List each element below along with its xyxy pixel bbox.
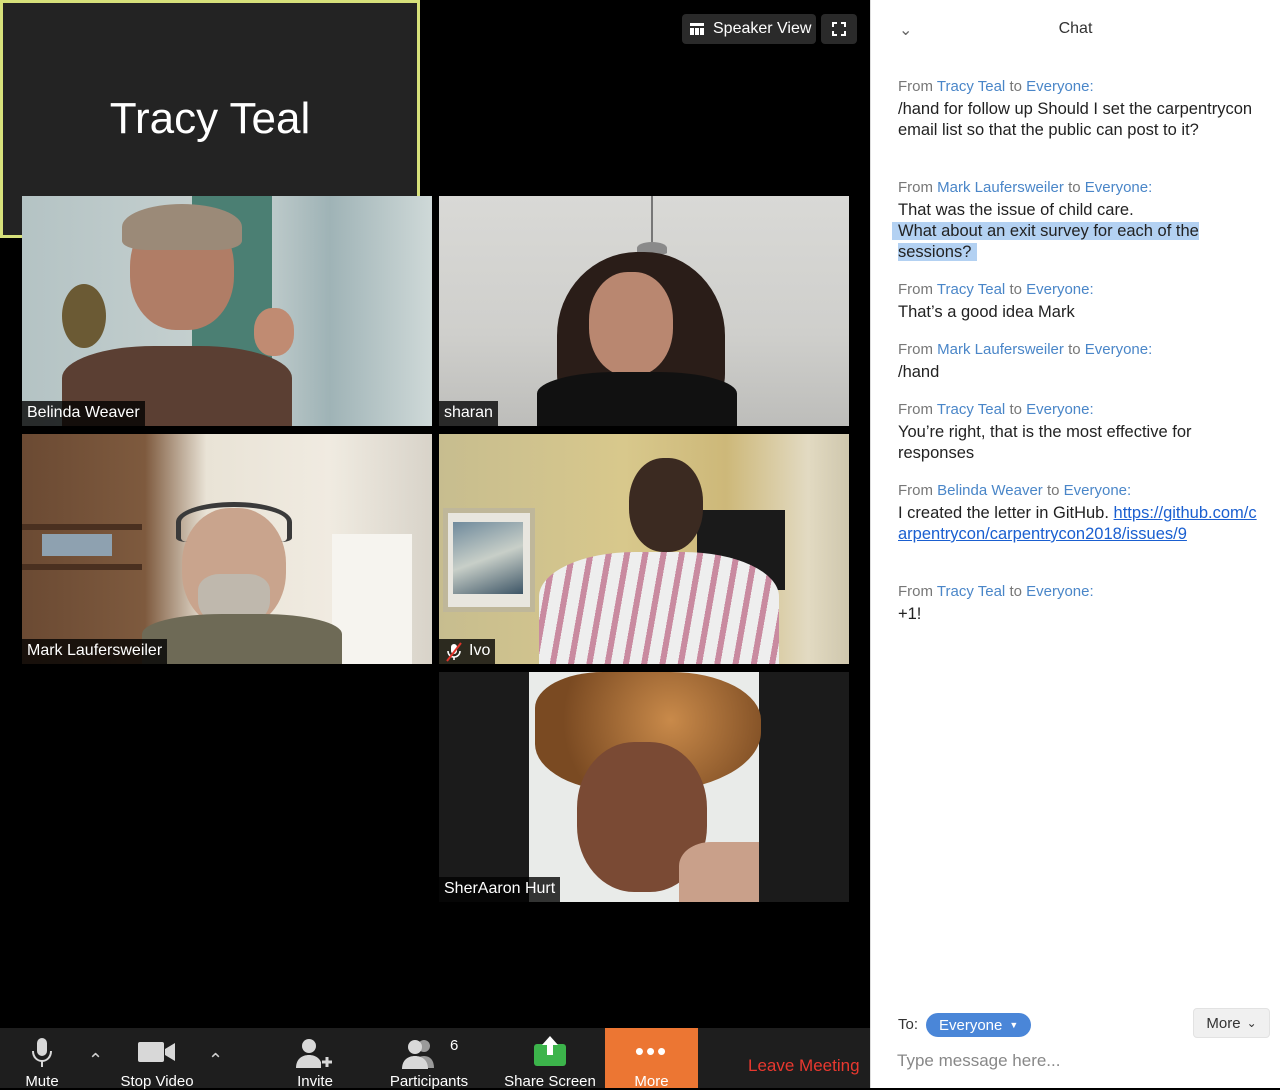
message-header: From Belinda Weaver to Everyone: bbox=[898, 482, 1132, 499]
message-header: From Tracy Teal to Everyone: bbox=[898, 281, 1094, 298]
participant-name: sharan bbox=[439, 401, 498, 426]
chat-message: From Tracy Teal to Everyone: +1! bbox=[898, 582, 1258, 625]
leave-meeting-button[interactable]: Leave Meeting bbox=[748, 1056, 860, 1076]
sender-name[interactable]: Tracy Teal bbox=[937, 401, 1005, 418]
recipient-name[interactable]: Everyone: bbox=[1085, 179, 1153, 196]
to-label: To: bbox=[898, 1016, 919, 1033]
mic-muted-icon bbox=[446, 642, 462, 662]
share-screen-label: Share Screen bbox=[504, 1073, 596, 1090]
participant-name: Mark Laufersweiler bbox=[22, 639, 168, 664]
message-header: From Tracy Teal to Everyone: bbox=[898, 583, 1094, 600]
participants-icon bbox=[401, 1040, 434, 1069]
chat-message: From Mark Laufersweiler to Everyone: /ha… bbox=[898, 340, 1258, 383]
recipient-dropdown[interactable]: Everyone ▼ bbox=[926, 1013, 1032, 1037]
video-area: Speaker View Belinda Weaver sharan Mark … bbox=[0, 0, 870, 1090]
participant-name: SherAaron Hurt bbox=[439, 877, 561, 902]
more-dots-icon: ••• bbox=[634, 1036, 669, 1066]
message-text: You’re right, that is the most effective… bbox=[898, 423, 1192, 462]
participant-name-label: Ivo bbox=[469, 642, 491, 659]
more-label: More bbox=[634, 1073, 669, 1090]
chat-panel: ⌄ Chat From Tracy Teal to Everyone: /han… bbox=[870, 0, 1280, 1088]
message-text: That was the issue of child care. What a… bbox=[898, 201, 1199, 261]
chat-message: From Tracy Teal to Everyone: You’re righ… bbox=[898, 400, 1258, 464]
audio-options-chevron-icon[interactable]: ⌃ bbox=[88, 1050, 103, 1071]
video-tile-sheraaron-hurt[interactable]: SherAaron Hurt bbox=[439, 672, 849, 902]
participants-button[interactable]: 6 Participants bbox=[382, 1028, 476, 1090]
recipient-name[interactable]: Everyone: bbox=[1026, 401, 1094, 418]
message-text: +1! bbox=[898, 605, 922, 623]
speaker-view-label: Speaker View bbox=[713, 20, 812, 37]
message-header: From Tracy Teal to Everyone: bbox=[898, 401, 1094, 418]
recipient-name[interactable]: Everyone: bbox=[1064, 482, 1132, 499]
mute-button[interactable]: Mute bbox=[14, 1028, 70, 1090]
more-button[interactable]: ••• More bbox=[605, 1028, 698, 1090]
message-text: That’s a good idea Mark bbox=[898, 303, 1075, 321]
participants-count: 6 bbox=[450, 1037, 459, 1054]
sender-name[interactable]: Mark Laufersweiler bbox=[937, 341, 1064, 358]
recipient-name[interactable]: Everyone: bbox=[1026, 281, 1094, 298]
recipient-name[interactable]: Everyone: bbox=[1026, 78, 1094, 95]
sender-name[interactable]: Tracy Teal bbox=[937, 281, 1005, 298]
participant-name: Belinda Weaver bbox=[22, 401, 145, 426]
invite-person-icon bbox=[296, 1039, 333, 1068]
recipient-name[interactable]: Everyone: bbox=[1026, 583, 1094, 600]
video-tile-ivo[interactable]: Ivo bbox=[439, 434, 849, 664]
sender-name[interactable]: Tracy Teal bbox=[937, 583, 1005, 600]
chat-more-button[interactable]: More ⌄ bbox=[1193, 1008, 1270, 1038]
stop-video-label: Stop Video bbox=[120, 1073, 194, 1090]
recipient-name[interactable]: Everyone: bbox=[1085, 341, 1153, 358]
microphone-icon bbox=[32, 1038, 52, 1067]
participants-label: Participants bbox=[389, 1073, 469, 1090]
speaker-view-icon bbox=[690, 23, 704, 35]
share-screen-icon bbox=[534, 1036, 566, 1066]
fullscreen-icon bbox=[832, 22, 846, 36]
video-camera-icon bbox=[138, 1042, 175, 1062]
video-options-chevron-icon[interactable]: ⌃ bbox=[208, 1050, 223, 1071]
caret-down-icon: ▼ bbox=[1009, 1020, 1019, 1030]
speaker-view-button[interactable]: Speaker View bbox=[682, 14, 816, 44]
message-header: From Mark Laufersweiler to Everyone: bbox=[898, 179, 1153, 196]
message-text: I created the letter in GitHub. https://… bbox=[898, 504, 1257, 543]
invite-label: Invite bbox=[297, 1073, 333, 1090]
chat-message: From Mark Laufersweiler to Everyone: Tha… bbox=[898, 178, 1258, 263]
sender-name[interactable]: Belinda Weaver bbox=[937, 482, 1043, 499]
video-tile-sharan[interactable]: sharan bbox=[439, 196, 849, 426]
invite-button[interactable]: Invite bbox=[284, 1028, 346, 1090]
chat-message: From Belinda Weaver to Everyone: I creat… bbox=[898, 481, 1258, 545]
message-text: /hand bbox=[898, 363, 940, 381]
sender-name[interactable]: Tracy Teal bbox=[937, 78, 1005, 95]
sender-name[interactable]: Mark Laufersweiler bbox=[937, 179, 1064, 196]
message-text: /hand for follow up Should I set the car… bbox=[898, 100, 1253, 139]
recipient-dropdown-label: Everyone bbox=[939, 1016, 1003, 1034]
share-screen-button[interactable]: Share Screen bbox=[500, 1028, 600, 1090]
fullscreen-button[interactable] bbox=[821, 14, 857, 44]
message-header: From Mark Laufersweiler to Everyone: bbox=[898, 341, 1153, 358]
chat-more-label: More bbox=[1206, 1014, 1241, 1032]
chat-message: From Tracy Teal to Everyone: /hand for f… bbox=[898, 77, 1258, 141]
participant-name: Ivo bbox=[439, 639, 496, 664]
video-tile-mark-laufersweiler[interactable]: Mark Laufersweiler bbox=[22, 434, 432, 664]
mute-label: Mute bbox=[25, 1073, 59, 1090]
participant-name: Tracy Teal bbox=[109, 94, 311, 143]
video-tile-belinda-weaver[interactable]: Belinda Weaver bbox=[22, 196, 432, 426]
message-header: From Tracy Teal to Everyone: bbox=[898, 78, 1094, 95]
chat-title: Chat bbox=[1058, 20, 1093, 37]
meeting-toolbar: Mute ⌃ Stop Video ⌃ Invite 6 Participant… bbox=[0, 1028, 870, 1090]
chat-message-input[interactable] bbox=[895, 1046, 1259, 1076]
selected-text: What about an exit survey for each of th… bbox=[898, 222, 1199, 261]
chevron-down-icon: ⌄ bbox=[1246, 1016, 1257, 1030]
stop-video-button[interactable]: Stop Video bbox=[112, 1028, 202, 1090]
chat-message: From Tracy Teal to Everyone: That’s a go… bbox=[898, 280, 1258, 323]
